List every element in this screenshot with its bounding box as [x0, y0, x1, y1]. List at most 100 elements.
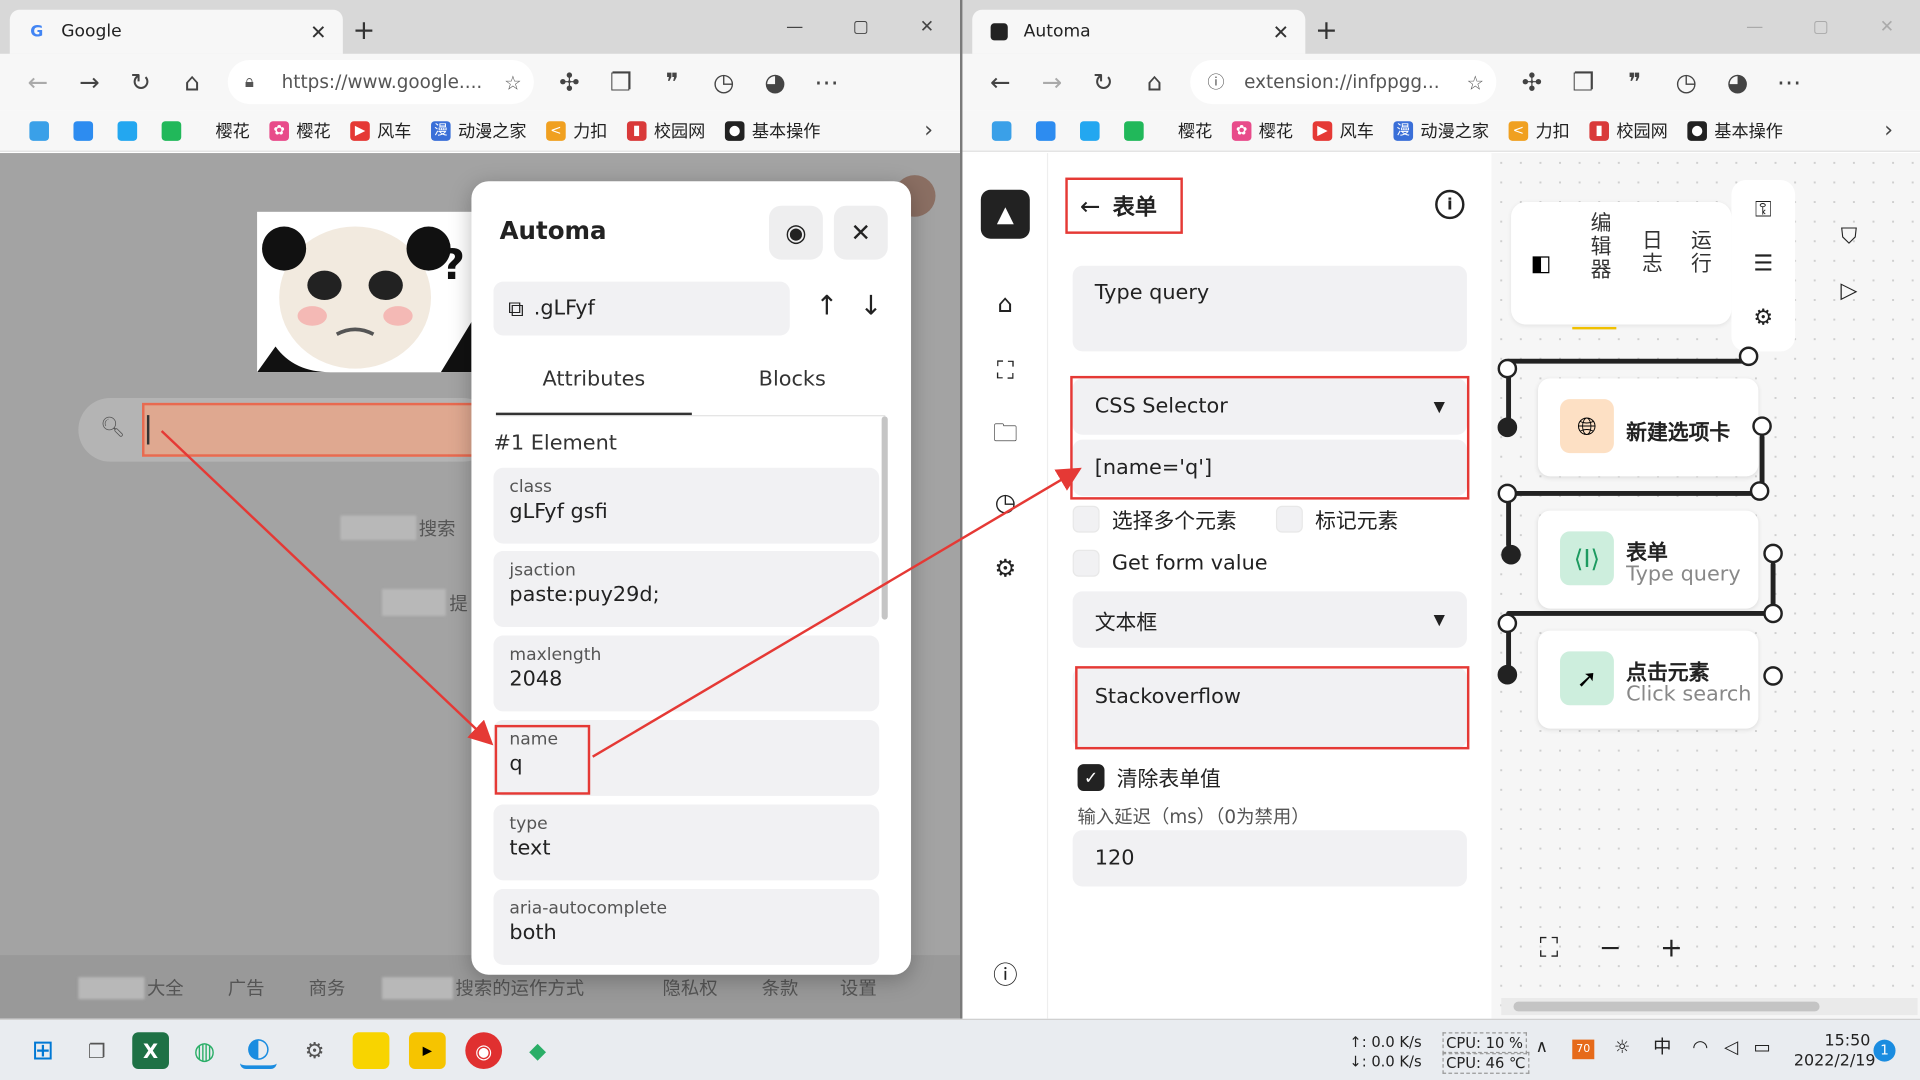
ime-indicator[interactable]: 中: [1653, 1037, 1671, 1057]
automa-logo-icon[interactable]: ▲: [980, 189, 1030, 239]
bookmark-item[interactable]: ✿ 樱花: [269, 118, 331, 142]
netease-music-icon[interactable]: ◉: [465, 1032, 503, 1069]
new-tab-icon[interactable]: +: [1315, 17, 1338, 46]
selector-field[interactable]: ⧉ .gLFyf: [493, 281, 790, 336]
play-icon[interactable]: ▷: [1834, 276, 1863, 305]
close-icon[interactable]: ✕: [833, 205, 888, 260]
multiple-checkbox[interactable]: 选择多个元素: [1072, 503, 1237, 534]
attribute-row[interactable]: class gLFyf gsfi: [493, 467, 880, 544]
more-icon[interactable]: ⋯: [1763, 61, 1814, 103]
sticky-notes-icon[interactable]: [352, 1032, 390, 1069]
shield-icon[interactable]: ⛉: [1834, 222, 1863, 251]
extensions-icon[interactable]: ✣: [1506, 61, 1557, 103]
tab-attributes[interactable]: Attributes: [496, 367, 692, 391]
bookmark-item[interactable]: ▶ 风车: [1312, 118, 1374, 142]
scrollbar-thumb[interactable]: [1513, 1001, 1820, 1012]
attribute-row[interactable]: type text: [493, 804, 880, 881]
bookmark-item[interactable]: 樱花: [216, 118, 250, 142]
bookmark-item[interactable]: ▮ 校园网: [1589, 118, 1668, 142]
back-icon[interactable]: ←: [975, 61, 1026, 103]
minimize-icon[interactable]: —: [1722, 0, 1788, 54]
highlighted-search-input[interactable]: [142, 402, 498, 457]
footer-link[interactable]: 大全: [147, 975, 184, 1001]
more-icon[interactable]: ⋯: [801, 61, 852, 103]
maximize-icon[interactable]: ▢: [1788, 0, 1854, 54]
tab-google[interactable]: G Google ✕: [9, 9, 343, 54]
extensions-icon[interactable]: ✣: [544, 61, 595, 103]
field-type-select[interactable]: 文本框 ▼: [1072, 591, 1467, 648]
search-button-label[interactable]: 搜索: [419, 516, 456, 542]
arrow-up-icon[interactable]: ↑: [816, 291, 839, 322]
forward-icon[interactable]: →: [1026, 61, 1077, 103]
tab-blocks[interactable]: Blocks: [694, 367, 890, 391]
bookmark-item[interactable]: ● 基本操作: [1687, 118, 1783, 142]
bookmark-icon-2[interactable]: [1024, 120, 1068, 141]
task-view-icon[interactable]: ❐: [78, 1032, 115, 1069]
eye-icon[interactable]: ◉: [768, 205, 823, 260]
notification-badge[interactable]: 1: [1873, 1039, 1896, 1062]
bookmark-icon-3[interactable]: [1068, 120, 1112, 141]
footer-link[interactable]: 搜索的运作方式: [456, 975, 585, 1001]
mark-element-checkbox[interactable]: 标记元素: [1275, 503, 1398, 534]
panel-toggle-icon[interactable]: ◧: [1531, 251, 1552, 277]
windows-start-icon[interactable]: ⊞: [24, 1032, 61, 1069]
bookmark-item[interactable]: ▮ 校园网: [626, 118, 705, 142]
history-icon[interactable]: ◷: [1660, 61, 1711, 103]
bookmark-icon-4[interactable]: [1112, 120, 1156, 141]
address-bar[interactable]: 🔒︎ https://www.google.... ☆: [227, 60, 534, 105]
copy-icon[interactable]: ⧉: [508, 296, 524, 322]
quote-icon[interactable]: ❞: [647, 61, 698, 103]
folder-icon[interactable]: 🗀: [989, 418, 1021, 452]
attribute-row[interactable]: aria-autocomplete both: [493, 888, 880, 965]
tab-editor[interactable]: 编辑器: [1582, 212, 1614, 282]
volume-icon[interactable]: ◁: [1724, 1037, 1738, 1057]
settings-icon[interactable]: ⚙: [1749, 302, 1778, 331]
favorite-star-icon[interactable]: ☆: [504, 70, 522, 93]
clear-value-checkbox[interactable]: ✓ 清除表单值: [1077, 762, 1221, 792]
tray-app-icon[interactable]: 70: [1572, 1039, 1595, 1060]
description-textarea[interactable]: Type query: [1072, 265, 1467, 352]
bookmarks-more-icon[interactable]: ›: [1884, 118, 1893, 144]
home-icon[interactable]: ⌂: [167, 61, 218, 103]
attribute-row[interactable]: maxlength 2048: [493, 635, 880, 712]
footer-link[interactable]: 广告: [228, 975, 265, 1001]
arrow-down-icon[interactable]: ↓: [860, 291, 883, 322]
history-icon[interactable]: ◷: [698, 61, 749, 103]
tab-automa[interactable]: Automa ✕: [972, 9, 1306, 54]
bookmark-icon-3[interactable]: [105, 120, 149, 141]
settings-app-icon[interactable]: ⚙: [296, 1032, 333, 1069]
scrollbar[interactable]: [881, 416, 888, 620]
bookmark-icon-1[interactable]: [17, 120, 61, 141]
zoom-in-icon[interactable]: +: [1641, 932, 1702, 963]
battery-icon[interactable]: ▭: [1753, 1037, 1770, 1057]
avatar[interactable]: ◕: [749, 61, 800, 103]
bookmark-item[interactable]: 樱花: [1178, 118, 1212, 142]
fullscreen-icon[interactable]: ⛶: [1518, 932, 1579, 963]
quote-icon[interactable]: ❞: [1609, 61, 1660, 103]
wifi-icon[interactable]: ◠: [1692, 1037, 1708, 1057]
home-icon[interactable]: ⌂: [1129, 61, 1180, 103]
bookmark-icon-4[interactable]: [149, 120, 193, 141]
potplayer-icon[interactable]: ▶: [408, 1032, 446, 1069]
delay-input[interactable]: 120: [1072, 830, 1467, 887]
brightness-icon[interactable]: ☼: [1614, 1037, 1630, 1057]
form-header[interactable]: ← 表单: [1065, 177, 1183, 234]
edge-icon[interactable]: ◐: [240, 1032, 277, 1069]
workflow-icon[interactable]: ⛶: [989, 354, 1021, 386]
reload-icon[interactable]: ↻: [1078, 61, 1129, 103]
reload-icon[interactable]: ↻: [115, 61, 166, 103]
bookmark-icon-1[interactable]: [980, 120, 1024, 141]
bookmark-item[interactable]: < 力扣: [1508, 118, 1570, 142]
close-tab-icon[interactable]: ✕: [1269, 20, 1293, 43]
workflow-canvas[interactable]: ◧ 编辑器 日志 运行 ⚿ ☰ ⚙ ⛉ ▷ 🌐︎ 新建选项卡 ⟨I⟩ 表单 Ty…: [1491, 153, 1920, 1019]
footer-link[interactable]: 隐私权: [662, 975, 717, 1001]
tab-run[interactable]: 运行: [1682, 229, 1714, 276]
app-icon[interactable]: ◆: [519, 1032, 556, 1069]
clock-date[interactable]: 2022/2/19: [1794, 1052, 1876, 1072]
zoom-out-icon[interactable]: −: [1580, 932, 1641, 963]
close-tab-icon[interactable]: ✕: [306, 20, 330, 43]
bookmark-item[interactable]: < 力扣: [546, 118, 607, 142]
collections-icon[interactable]: ❐: [1558, 61, 1609, 103]
horizontal-scrollbar[interactable]: [1501, 997, 1918, 1016]
bookmark-item[interactable]: ● 基本操作: [724, 118, 820, 142]
